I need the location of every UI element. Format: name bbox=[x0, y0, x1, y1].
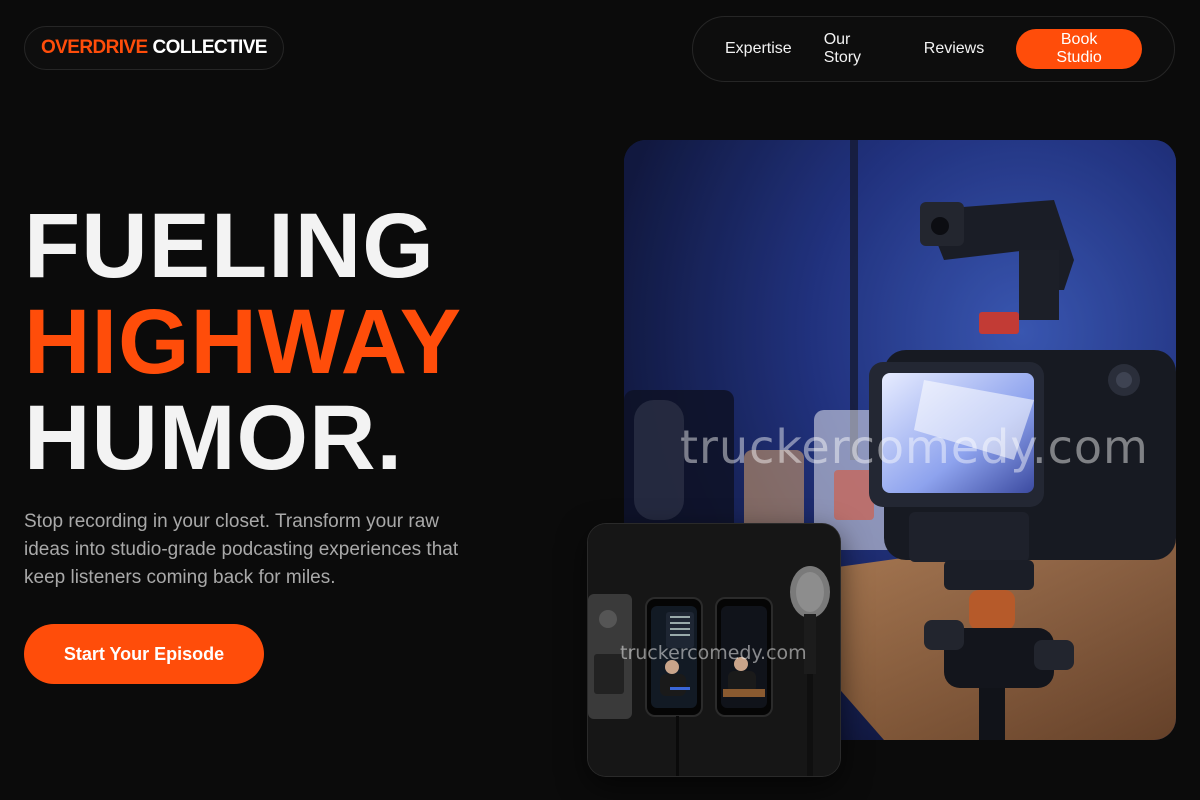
brand-name-rest: COLLECTIVE bbox=[152, 37, 268, 58]
hero-subtitle: Stop recording in your closet. Transform… bbox=[24, 511, 459, 588]
nav-link-our-story[interactable]: Our Story bbox=[824, 31, 892, 67]
phones-illustration bbox=[588, 524, 840, 776]
start-episode-button[interactable]: Start Your Episode bbox=[24, 624, 264, 684]
brand-logo[interactable]: OVERDRIVE COLLECTIVE bbox=[24, 26, 284, 70]
book-studio-button[interactable]: Book Studio bbox=[1016, 29, 1142, 69]
nav-link-expertise[interactable]: Expertise bbox=[725, 40, 792, 58]
hero-headline: FUELING HIGHWAY HUMOR. bbox=[24, 198, 462, 486]
headline-line-2: HIGHWAY bbox=[24, 291, 463, 393]
top-nav: Expertise Our Story Reviews Book Studio bbox=[692, 16, 1175, 82]
brand-name-accent: OVERDRIVE bbox=[41, 37, 148, 58]
phone-recording-photo: truckercomedy.com bbox=[588, 524, 840, 776]
nav-link-reviews[interactable]: Reviews bbox=[924, 40, 984, 58]
headline-line-1: FUELING bbox=[24, 195, 435, 297]
headline-line-3: HUMOR. bbox=[24, 387, 404, 489]
